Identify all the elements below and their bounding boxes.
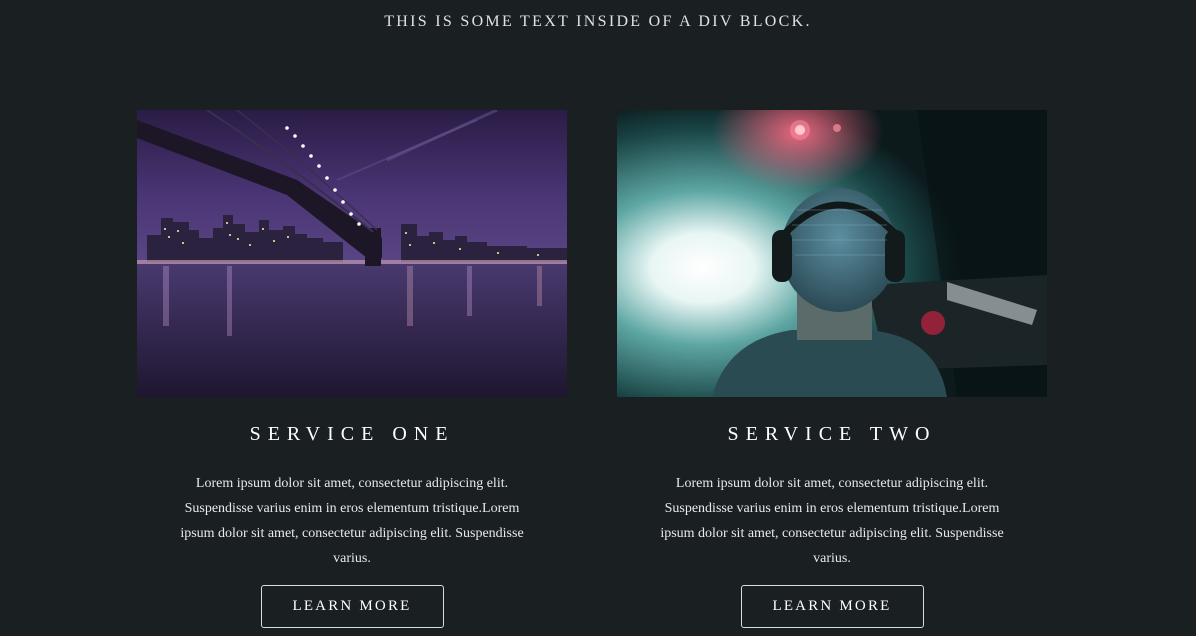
night-city-bridge-photo: [137, 110, 567, 397]
dj-headphones-photo: [617, 110, 1047, 397]
service-one-description: Lorem ipsum dolor sit amet, consectetur …: [180, 476, 524, 566]
service-card-one: SERVICE ONE Lorem ipsum dolor sit amet, …: [137, 110, 567, 628]
intro-text: THIS IS SOME TEXT INSIDE OF A DIV BLOCK.: [384, 13, 812, 30]
service-one-title: SERVICE ONE: [249, 423, 455, 445]
service-two-learn-more-button[interactable]: LEARN MORE: [740, 585, 924, 628]
service-two-description: Lorem ipsum dolor sit amet, consectetur …: [660, 476, 1004, 566]
service-one-learn-more-button[interactable]: LEARN MORE: [260, 585, 444, 628]
service-card-two: SERVICE TWO Lorem ipsum dolor sit amet, …: [617, 110, 1047, 628]
service-two-title: SERVICE TWO: [727, 423, 937, 445]
